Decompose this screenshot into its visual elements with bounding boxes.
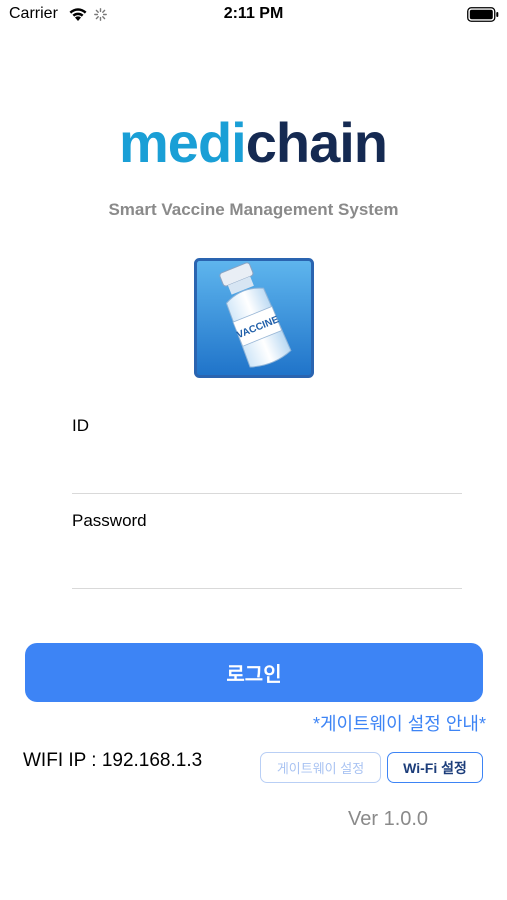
gateway-settings-button[interactable]: 게이트웨이 설정 [260, 752, 381, 783]
tagline: Smart Vaccine Management System [108, 200, 399, 219]
id-label: ID [72, 416, 89, 435]
wifi-ip-label: WIFI IP : 192.168.1.3 [23, 750, 203, 771]
version-label: Ver 1.0.0 [348, 808, 429, 830]
password-input[interactable] [72, 554, 462, 589]
login-button[interactable]: 로그인 [25, 643, 483, 702]
wifi-settings-button[interactable]: Wi-Fi 설정 [387, 752, 483, 783]
status-time: 2:11 PM [223, 5, 284, 22]
medichain-logo: medichain [119, 112, 388, 174]
gateway-guide-link[interactable]: *게이트웨이 설정 안내* [313, 710, 486, 736]
status-bar: Carrier 2:11 PM [0, 0, 507, 32]
logo-medi: medi [119, 112, 246, 174]
password-label: Password [72, 511, 147, 530]
vaccine-vial-icon: VACCINE [194, 258, 314, 378]
battery-icon [467, 7, 499, 22]
svg-text:medichain: medichain [119, 112, 387, 174]
id-input[interactable] [72, 459, 462, 494]
logo-chain: chain [246, 112, 387, 174]
